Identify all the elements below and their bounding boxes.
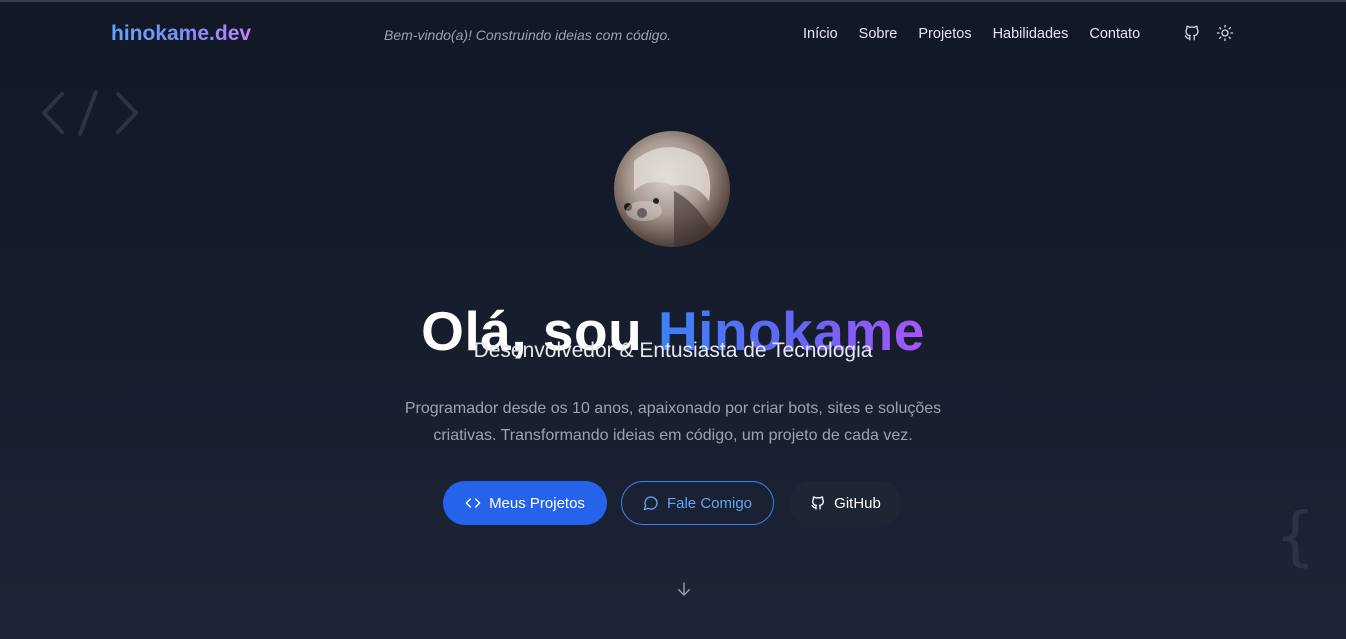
scroll-down-arrow-icon[interactable] — [675, 580, 693, 598]
logo-main: hinokame — [111, 22, 210, 45]
hero-description: Programador desde os 10 anos, apaixonado… — [404, 400, 942, 444]
code-brackets-decoration-icon — [42, 90, 138, 136]
contact-me-button[interactable]: Fale Comigo — [621, 481, 774, 525]
navbar: hinokame.dev Bem-vindo(a)! Construindo i… — [0, 2, 1346, 66]
github-icon[interactable] — [1183, 24, 1203, 44]
logo-suffix: .dev — [209, 22, 252, 45]
nav-link-sobre[interactable]: Sobre — [859, 26, 898, 42]
sun-icon[interactable] — [1216, 24, 1236, 44]
nav-menu: Início Sobre Projetos Habilidades Contat… — [803, 26, 1140, 42]
site-logo[interactable]: hinokame.dev — [111, 22, 251, 46]
nav-link-habilidades[interactable]: Habilidades — [993, 26, 1069, 42]
curly-brace-decoration: { — [1276, 500, 1315, 574]
nav-link-contato[interactable]: Contato — [1089, 26, 1140, 42]
contact-me-label: Fale Comigo — [666, 494, 753, 512]
hero-subtitle: Desenvolvedor & Entusiasta de Tecnologia — [473, 339, 873, 362]
code-icon — [465, 498, 481, 508]
chat-bubble-icon — [643, 496, 658, 511]
nav-link-inicio[interactable]: Início — [803, 26, 838, 42]
github-icon — [811, 496, 825, 510]
my-projects-label: Meus Projetos — [489, 494, 585, 512]
nav-link-projetos[interactable]: Projetos — [918, 26, 971, 42]
my-projects-button[interactable]: Meus Projetos — [443, 481, 607, 525]
github-button[interactable]: GitHub — [789, 481, 902, 525]
header-tagline: Bem-vindo(a)! Construindo ideias com cód… — [384, 27, 672, 43]
avatar — [614, 131, 730, 247]
github-button-label: GitHub — [834, 494, 881, 512]
